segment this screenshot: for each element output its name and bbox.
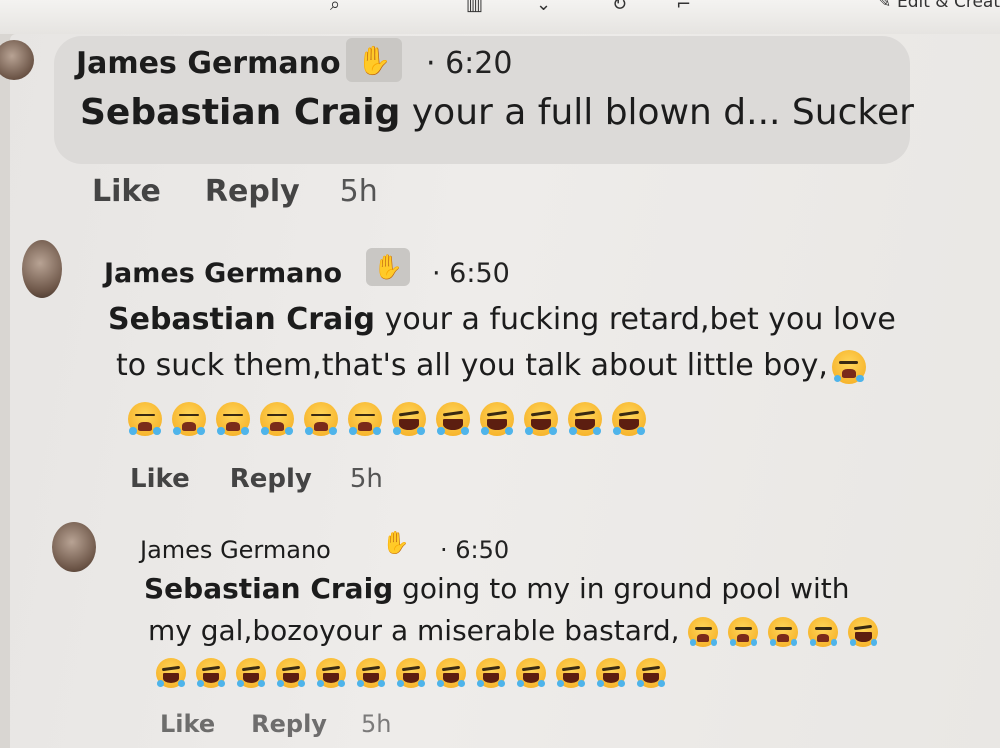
grid-icon[interactable]: ▥	[466, 0, 483, 15]
reply-button[interactable]: Reply	[205, 174, 300, 209]
laughing-emoji-icon	[276, 658, 306, 688]
emoji-inline	[688, 614, 888, 647]
laughing-emoji-icon	[516, 658, 546, 688]
like-button[interactable]: Like	[160, 710, 215, 738]
rotate-icon[interactable]: ↻	[612, 0, 627, 15]
top-fan-badge: ✋	[346, 38, 402, 82]
wave-hand-icon: ✋	[356, 43, 392, 77]
crying-emoji-icon	[216, 402, 250, 436]
crying-emoji-icon	[260, 402, 294, 436]
comment-author[interactable]: James Germano	[140, 536, 331, 564]
comment-time[interactable]: · 6:50	[432, 258, 510, 289]
emoji-row	[156, 658, 676, 688]
comment-text: Sebastian Craig your a fucking retard,be…	[108, 302, 896, 337]
crying-emoji-icon	[831, 349, 866, 384]
wave-hand-icon: ✋	[382, 530, 410, 556]
comment-actions: Like Reply 5h	[130, 464, 383, 494]
crying-emoji-icon	[348, 402, 382, 436]
crying-emoji-icon	[172, 402, 206, 436]
comment-text: Sebastian Craig going to my in ground po…	[144, 572, 850, 605]
laughing-emoji-icon	[156, 658, 186, 688]
comment-time[interactable]: · 6:50	[440, 536, 509, 564]
laughing-emoji-icon	[596, 658, 626, 688]
laughing-emoji-icon	[524, 402, 558, 436]
laughing-emoji-icon	[316, 658, 346, 688]
comment-time[interactable]: · 6:20	[426, 46, 512, 81]
comment-age[interactable]: 5h	[340, 174, 378, 209]
like-button[interactable]: Like	[130, 464, 190, 494]
laughing-emoji-icon	[636, 658, 666, 688]
window-toolbar: ⌕ ▥ ⌄ ↻ ⌐ ✎ Edit & Creat	[0, 0, 1000, 34]
laughing-emoji-icon	[392, 402, 426, 436]
crying-emoji-icon	[768, 617, 799, 647]
comment-age[interactable]: 5h	[361, 710, 391, 738]
laughing-emoji-icon	[396, 658, 426, 688]
laughing-emoji-icon	[568, 402, 602, 436]
laughing-emoji-icon	[436, 658, 466, 688]
emoji-row	[128, 402, 656, 436]
laughing-emoji-icon	[476, 658, 506, 688]
comment-text: Sebastian Craig your a full blown d... S…	[80, 92, 914, 133]
laughing-emoji-icon	[612, 402, 646, 436]
avatar[interactable]	[0, 40, 34, 80]
avatar[interactable]	[52, 522, 96, 572]
top-fan-badge: ✋	[366, 248, 410, 286]
comment-author[interactable]: James Germano	[76, 46, 341, 81]
laughing-emoji-icon	[556, 658, 586, 688]
comment-text: my gal,bozoyour a miserable bastard,	[148, 614, 888, 647]
pencil-icon: ✎	[877, 0, 891, 11]
crying-emoji-icon	[808, 617, 839, 647]
comment-actions: Like Reply 5h	[160, 710, 391, 738]
crying-emoji-icon	[728, 617, 759, 647]
laughing-emoji-icon	[196, 658, 226, 688]
crying-emoji-icon	[128, 402, 162, 436]
crop-icon[interactable]: ⌐	[676, 0, 691, 15]
reply-button[interactable]: Reply	[251, 710, 327, 738]
reply-button[interactable]: Reply	[230, 464, 312, 494]
like-button[interactable]: Like	[92, 174, 161, 209]
comment-text: to suck them,that's all you talk about l…	[116, 348, 866, 384]
crying-emoji-icon	[688, 617, 719, 647]
laughing-emoji-icon	[436, 402, 470, 436]
comment-author[interactable]: James Germano	[104, 258, 342, 289]
top-fan-badge: ✋	[376, 526, 416, 560]
mention-link[interactable]: Sebastian Craig	[108, 302, 375, 337]
wave-hand-icon: ✋	[373, 253, 403, 281]
comment-age[interactable]: 5h	[350, 464, 383, 494]
avatar[interactable]	[22, 240, 62, 298]
mention-link[interactable]: Sebastian Craig	[144, 572, 393, 605]
comment-actions: Like Reply 5h	[92, 174, 378, 209]
laughing-emoji-icon	[480, 402, 514, 436]
laughing-emoji-icon	[848, 617, 879, 647]
mention-link[interactable]: Sebastian Craig	[80, 92, 400, 133]
laughing-emoji-icon	[236, 658, 266, 688]
edit-create-button[interactable]: ✎ Edit & Creat	[878, 0, 1000, 12]
comment-thread: James Germano ✋ · 6:20 Sebastian Craig y…	[0, 34, 1000, 748]
crying-emoji-icon	[304, 402, 338, 436]
chevron-down-icon[interactable]: ⌄	[536, 0, 551, 15]
search-icon[interactable]: ⌕	[330, 0, 340, 15]
laughing-emoji-icon	[356, 658, 386, 688]
